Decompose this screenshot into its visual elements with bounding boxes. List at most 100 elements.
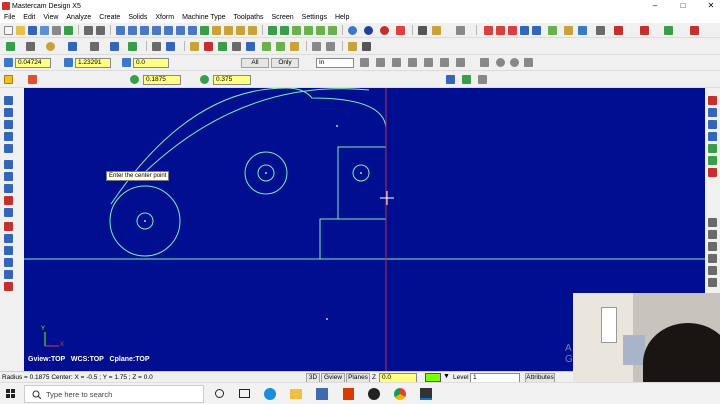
menu-xform[interactable]: Xform — [151, 14, 178, 21]
color-icon[interactable] — [396, 26, 405, 35]
level-icon[interactable] — [246, 42, 255, 51]
help-ribbon-icon[interactable] — [478, 75, 487, 84]
op-6-icon[interactable] — [708, 278, 717, 287]
menu-toolpaths[interactable]: Toolpaths — [230, 14, 268, 21]
op-5-icon[interactable] — [708, 266, 717, 275]
task-view-icon[interactable] — [239, 389, 250, 398]
help-icon[interactable] — [690, 26, 699, 35]
wire-icon[interactable] — [614, 26, 623, 35]
front-view-icon[interactable] — [224, 26, 233, 35]
lathe-icon[interactable] — [596, 26, 605, 35]
help-select-icon[interactable] — [524, 58, 533, 67]
wand-select-icon[interactable] — [480, 58, 489, 67]
snap-4-icon[interactable] — [708, 132, 717, 141]
rectangle-icon[interactable] — [90, 42, 99, 51]
globe-icon[interactable] — [348, 26, 357, 35]
solid-tool-16-icon[interactable] — [4, 282, 13, 291]
select-all-button[interactable]: All — [241, 58, 269, 68]
mesh-icon[interactable] — [326, 42, 335, 51]
solid-cylinder-icon[interactable] — [280, 26, 289, 35]
spline-icon[interactable] — [110, 42, 119, 51]
iso-view-icon[interactable] — [248, 26, 257, 35]
zoom-in-icon[interactable] — [140, 26, 149, 35]
menu-edit[interactable]: Edit — [19, 14, 39, 21]
snap-2-icon[interactable] — [708, 108, 717, 117]
solid-tool-12-icon[interactable] — [4, 234, 13, 243]
snap-7-icon[interactable] — [708, 168, 717, 177]
maximize-button[interactable]: □ — [674, 0, 692, 12]
polygon-select-icon[interactable] — [408, 58, 417, 67]
surface-icon[interactable] — [312, 42, 321, 51]
radius-field[interactable]: 0.1875 — [143, 75, 181, 85]
solid-tool-6-icon[interactable] — [4, 160, 13, 169]
mill-icon[interactable] — [578, 26, 587, 35]
apply-icon[interactable] — [446, 75, 455, 84]
settings-tool-icon[interactable] — [432, 26, 441, 35]
radius-icon[interactable] — [130, 75, 139, 84]
solid-tool-1-icon[interactable] — [4, 96, 13, 105]
print-preview-icon[interactable] — [64, 26, 73, 35]
media-icon[interactable] — [368, 388, 380, 400]
menu-analyze[interactable]: Analyze — [62, 14, 95, 21]
cortana-icon[interactable] — [215, 389, 224, 398]
last-select-icon[interactable] — [456, 58, 465, 67]
menu-machine-type[interactable]: Machine Type — [178, 14, 229, 21]
grid-red-2-icon[interactable] — [496, 26, 505, 35]
xform-icon[interactable] — [152, 42, 161, 51]
color-swatch[interactable] — [425, 373, 441, 382]
snap-6-icon[interactable] — [708, 156, 717, 165]
solid-cone-icon[interactable] — [304, 26, 313, 35]
center-point-icon[interactable] — [4, 75, 13, 84]
stop-icon[interactable] — [380, 26, 389, 35]
area-select-icon[interactable] — [440, 58, 449, 67]
menu-view[interactable]: View — [39, 14, 62, 21]
line-icon[interactable] — [26, 42, 35, 51]
point-icon[interactable] — [6, 42, 15, 51]
shade-sphere-icon[interactable] — [364, 26, 373, 35]
op-2-icon[interactable] — [708, 230, 717, 239]
solid-tool-3-icon[interactable] — [4, 120, 13, 129]
chrome-icon[interactable] — [394, 388, 406, 400]
measure-icon[interactable] — [362, 42, 371, 51]
op-3-icon[interactable] — [708, 242, 717, 251]
op-1-icon[interactable] — [708, 218, 717, 227]
fit-icon[interactable] — [188, 26, 197, 35]
extrude-icon[interactable] — [262, 42, 271, 51]
analyze-icon[interactable] — [218, 42, 227, 51]
solid-tool-14-icon[interactable] — [4, 258, 13, 267]
arrow-select-icon[interactable] — [360, 58, 369, 67]
zoom-out-icon[interactable] — [152, 26, 161, 35]
ok-icon[interactable] — [462, 75, 471, 84]
clear-select-icon[interactable] — [496, 58, 505, 67]
start-icon[interactable] — [6, 389, 16, 399]
side-view-icon[interactable] — [236, 26, 245, 35]
snap-3-icon[interactable] — [708, 120, 717, 129]
solid-tool-15-icon[interactable] — [4, 270, 13, 279]
cut-icon[interactable] — [84, 26, 93, 35]
copy-icon[interactable] — [96, 26, 105, 35]
office-icon[interactable] — [343, 388, 354, 400]
edit-icon[interactable] — [456, 26, 465, 35]
repaint-icon[interactable] — [200, 26, 209, 35]
router-icon[interactable] — [640, 26, 649, 35]
save-icon[interactable] — [28, 26, 37, 35]
dimension-icon[interactable] — [190, 42, 199, 51]
save-as-icon[interactable] — [40, 26, 49, 35]
wand-icon[interactable] — [348, 42, 357, 51]
backplot-icon[interactable] — [548, 26, 557, 35]
selection-mode-select[interactable]: In — [316, 58, 354, 68]
solid-tool-2-icon[interactable] — [4, 108, 13, 117]
revolve-icon[interactable] — [276, 42, 285, 51]
store-icon[interactable] — [316, 388, 328, 400]
solid-tool-9-icon[interactable] — [4, 196, 13, 205]
menu-create[interactable]: Create — [95, 14, 124, 21]
fillet-icon[interactable] — [68, 42, 77, 51]
solid-sphere-icon[interactable] — [292, 26, 301, 35]
diameter-icon[interactable] — [200, 75, 209, 84]
taskbar-search-box[interactable]: Type here to search — [24, 385, 204, 403]
window-select-icon[interactable] — [392, 58, 401, 67]
shade-select-icon[interactable] — [510, 58, 519, 67]
diameter-field[interactable]: 0.375 — [213, 75, 251, 85]
pan-icon[interactable] — [176, 26, 185, 35]
close-button[interactable]: ✕ — [702, 0, 720, 12]
